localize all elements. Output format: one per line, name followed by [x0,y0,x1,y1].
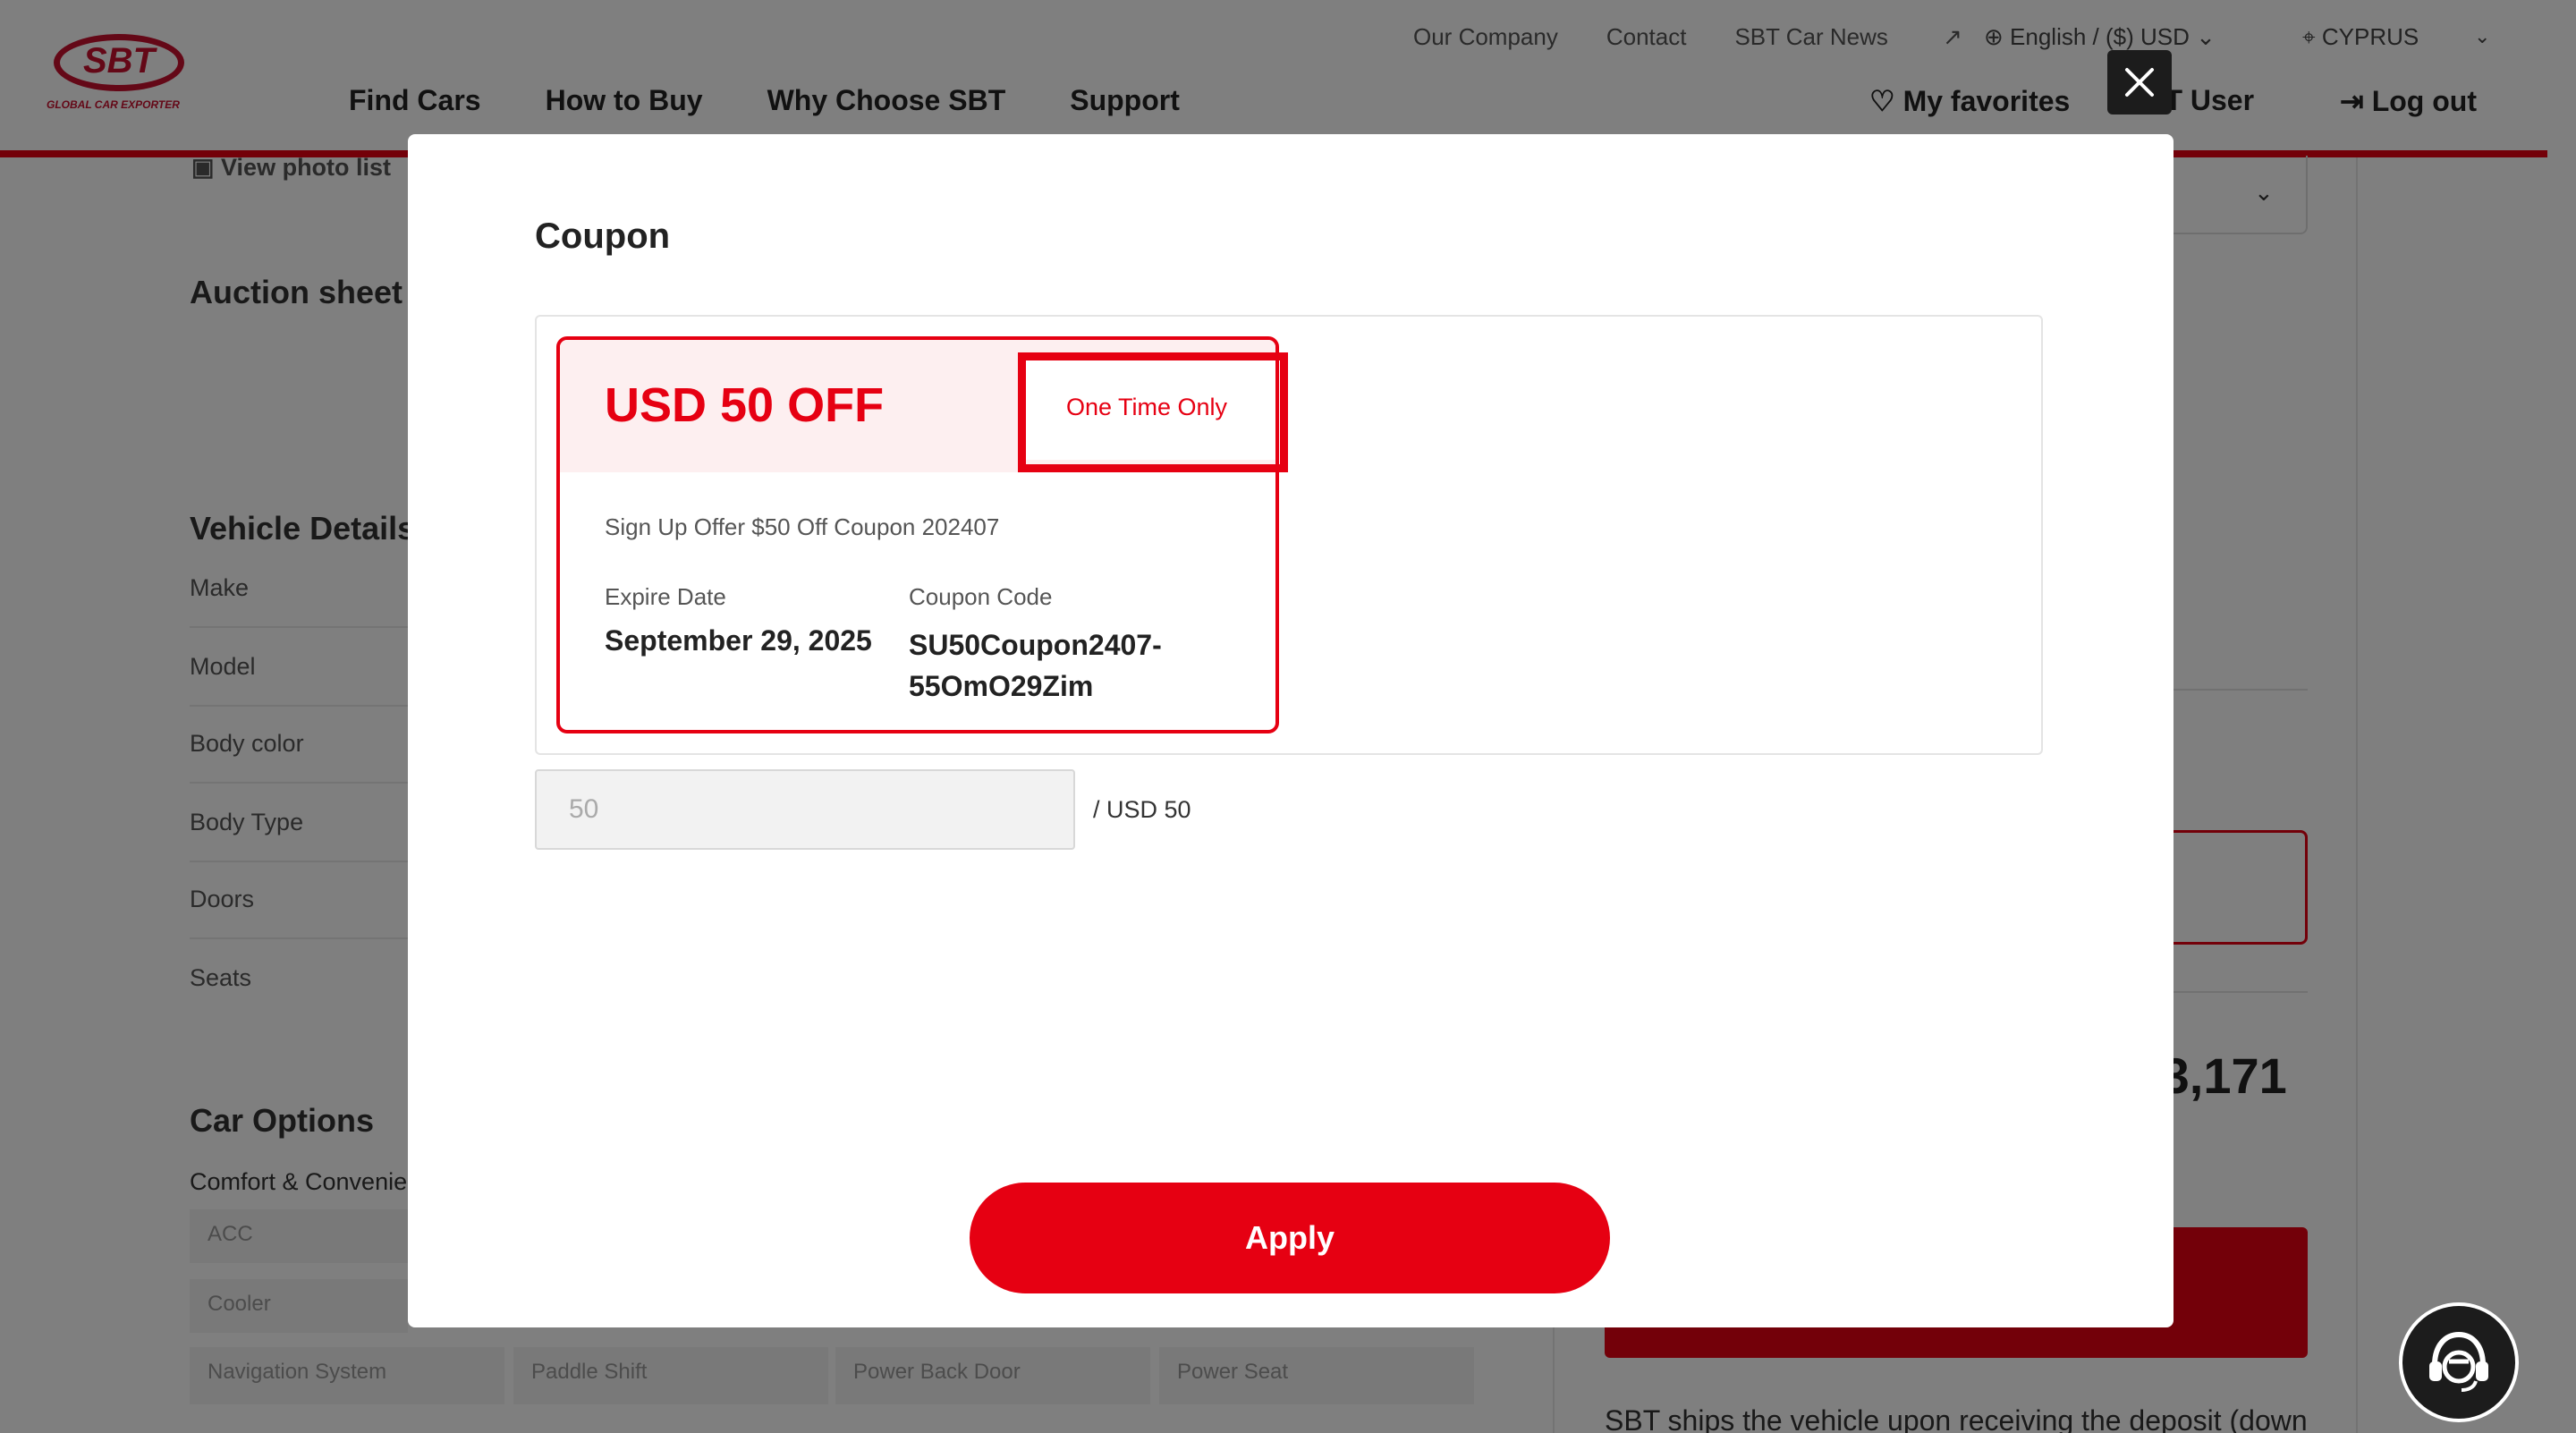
expire-date-value: September 29, 2025 [605,624,872,657]
modal-title: Coupon [535,216,671,256]
coupon-amount-max: / USD 50 [1093,796,1191,823]
apply-button[interactable]: Apply [970,1183,1610,1293]
close-modal-button[interactable] [2107,50,2172,114]
coupon-list: USD 50 OFF One Time Only Sign Up Offer $… [535,315,2043,755]
coupon-code-value: SU50Coupon2407-55OmO29Zim [909,629,1162,702]
coupon-code-label: Coupon Code [909,583,1053,610]
coupon-amount-input[interactable] [535,769,1075,850]
coupon-description: Sign Up Offer $50 Off Coupon 202407 [605,513,1000,540]
expire-date-label: Expire Date [605,583,726,610]
chat-support-button[interactable] [2399,1302,2519,1422]
headset-icon [2429,1331,2488,1392]
coupon-amount: USD 50 OFF [605,378,885,432]
coupon-modal: Coupon USD 50 OFF One Time Only Sign Up … [408,134,2174,1327]
highlight-box [1018,352,1288,472]
close-icon [2125,68,2154,97]
